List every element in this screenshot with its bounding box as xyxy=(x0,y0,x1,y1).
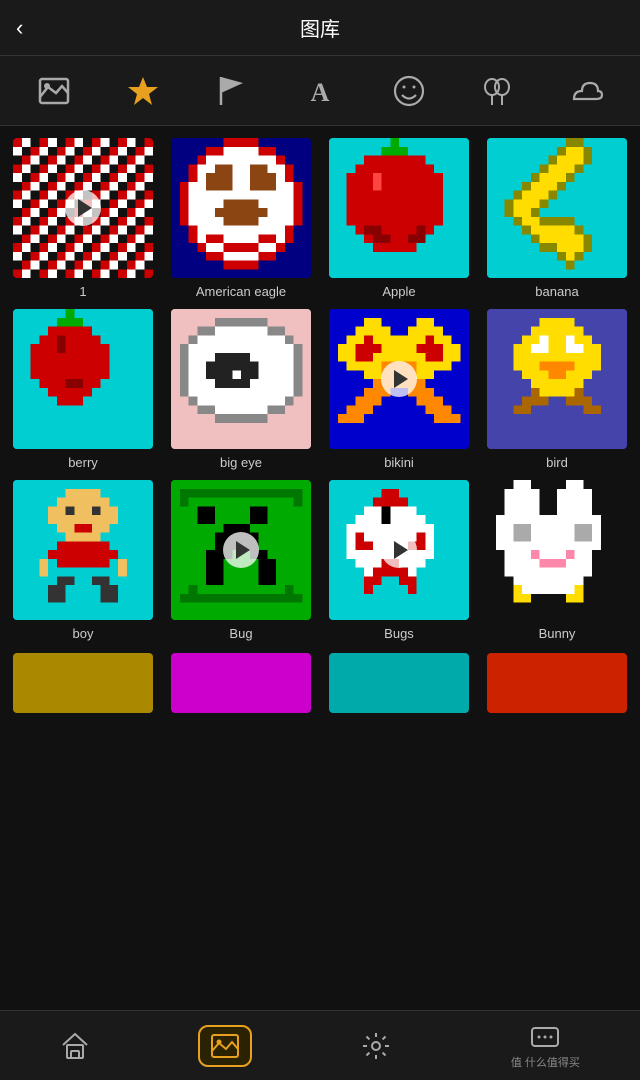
grid-label-american-eagle: American eagle xyxy=(196,284,286,299)
partial-item-1[interactable] xyxy=(8,653,158,713)
partial-row xyxy=(0,653,640,793)
grid-item-bug[interactable]: Bug xyxy=(166,480,316,641)
grid-label-apple: Apple xyxy=(382,284,415,299)
bottom-nav-more[interactable]: 值 什么值得买 xyxy=(499,1016,592,1076)
grid-item-banana[interactable]: banana xyxy=(482,138,632,299)
grid-item-berry[interactable]: berry xyxy=(8,309,158,470)
play-button-bikini[interactable] xyxy=(381,361,417,397)
grid-item-big-eye[interactable]: big eye xyxy=(166,309,316,470)
grid-item-bikini[interactable]: bikini xyxy=(324,309,474,470)
tab-balloon[interactable] xyxy=(471,65,523,117)
play-button-bug[interactable] xyxy=(223,532,259,568)
grid-label-bird: bird xyxy=(546,455,568,470)
grid-item-bird[interactable]: bird xyxy=(482,309,632,470)
grid-label-bunny: Bunny xyxy=(539,626,576,641)
grid-label-banana: banana xyxy=(535,284,578,299)
partial-item-2[interactable] xyxy=(166,653,316,713)
grid-item-boy[interactable]: boy xyxy=(8,480,158,641)
tab-favorites[interactable] xyxy=(117,65,169,117)
grid-item-bugs[interactable]: Bugs xyxy=(324,480,474,641)
partial-item-3[interactable] xyxy=(324,653,474,713)
svg-text:A: A xyxy=(311,78,330,107)
page-title: 图库 xyxy=(300,13,340,42)
grid-label-berry: berry xyxy=(68,455,98,470)
grid-label-boy: boy xyxy=(73,626,94,641)
grid-container: 1 American eagle Apple banana berry big … xyxy=(0,126,640,653)
back-button[interactable]: ‹ xyxy=(16,15,23,41)
bottom-nav-more-label: 值 什么值得买 xyxy=(511,1054,580,1070)
bottom-nav-gallery[interactable] xyxy=(198,1025,252,1067)
grid-label-big-eye: big eye xyxy=(220,455,262,470)
play-button-bugs[interactable] xyxy=(381,532,417,568)
bottom-nav: 值 什么值得买 xyxy=(0,1010,640,1080)
grid-item-1[interactable]: 1 xyxy=(8,138,158,299)
bottom-nav-settings[interactable] xyxy=(349,1025,403,1067)
bottom-nav-home[interactable] xyxy=(48,1025,102,1067)
play-button-1[interactable] xyxy=(65,190,101,226)
grid-item-american-eagle[interactable]: American eagle xyxy=(166,138,316,299)
tab-text[interactable]: A xyxy=(294,65,346,117)
header: ‹ 图库 xyxy=(0,0,640,56)
grid-label-bikini: bikini xyxy=(384,455,414,470)
grid-item-apple[interactable]: Apple xyxy=(324,138,474,299)
tab-flag[interactable] xyxy=(205,65,257,117)
grid-label-1: 1 xyxy=(79,284,86,299)
partial-item-4[interactable] xyxy=(482,653,632,713)
grid-label-bugs: Bugs xyxy=(384,626,414,641)
grid-label-bug: Bug xyxy=(229,626,252,641)
tab-bar: A xyxy=(0,56,640,126)
grid-item-bunny[interactable]: Bunny xyxy=(482,480,632,641)
tab-all[interactable] xyxy=(28,65,80,117)
tab-cloud[interactable] xyxy=(560,65,612,117)
tab-emoji[interactable] xyxy=(383,65,435,117)
